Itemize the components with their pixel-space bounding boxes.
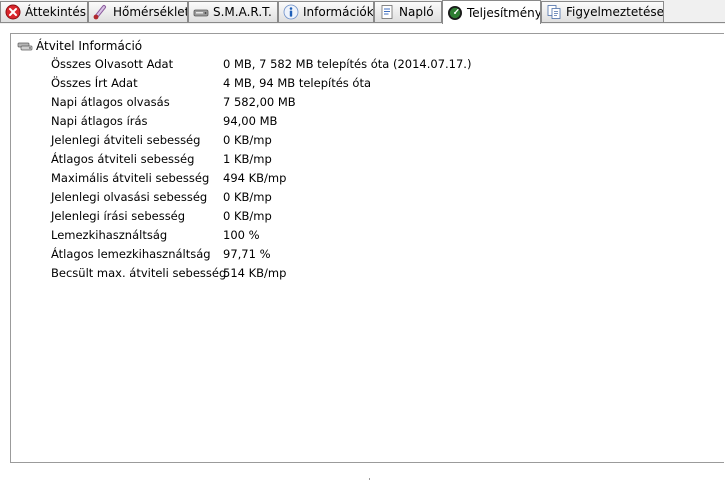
- transfer-info-header[interactable]: Átvitel Információ: [17, 38, 142, 54]
- tab-overview[interactable]: Áttekintés: [0, 1, 88, 22]
- row-label: Jelenlegi átviteli sebesség: [51, 133, 201, 147]
- transfer-info-list: Összes Olvasott Adat 0 MB, 7 582 MB tele…: [51, 56, 651, 284]
- tab-information[interactable]: Információk: [278, 1, 374, 22]
- info-row-current-write-speed: Jelenlegi írási sebesség 0 KB/mp: [51, 208, 651, 227]
- tab-temperature[interactable]: Hőmérséklet: [88, 1, 188, 22]
- row-label: Napi átlagos olvasás: [51, 95, 170, 109]
- drive-group-icon: [17, 42, 33, 51]
- row-value: 0 MB, 7 582 MB telepítés óta (2014.07.17…: [223, 57, 472, 71]
- tab-temperature-label: Hőmérséklet: [113, 5, 188, 19]
- row-value: 514 KB/mp: [223, 266, 287, 280]
- info-row-current-read-speed: Jelenlegi olvasási sebesség 0 KB/mp: [51, 189, 651, 208]
- row-value: 0 KB/mp: [223, 209, 272, 223]
- row-label: Napi átlagos írás: [51, 114, 148, 128]
- row-value: 4 MB, 94 MB telepítés óta: [223, 76, 372, 90]
- row-value: 494 KB/mp: [223, 171, 287, 185]
- row-label: Maximális átviteli sebesség: [51, 171, 210, 185]
- gauge-icon: [448, 5, 462, 20]
- row-value: 0 KB/mp: [223, 133, 272, 147]
- row-label: Jelenlegi olvasási sebesség: [51, 190, 208, 204]
- info-row-disk-utilization: Lemezkihasználtság 100 %: [51, 227, 651, 246]
- info-row-avg-disk-utilization: Átlagos lemezkihasználtság 97,71 %: [51, 246, 651, 265]
- info-row-total-read: Összes Olvasott Adat 0 MB, 7 582 MB tele…: [51, 56, 651, 75]
- error-icon: [5, 4, 21, 20]
- row-label: Átlagos átviteli sebesség: [51, 152, 195, 166]
- info-row-daily-avg-read: Napi átlagos olvasás 7 582,00 MB: [51, 94, 651, 113]
- row-value: 0 KB/mp: [223, 190, 272, 204]
- tab-performance-label: Teljesítmény: [467, 5, 541, 20]
- performance-panel: Átvitel Információ Összes Olvasott Adat …: [10, 33, 724, 463]
- tab-bar: Áttekintés Hőmérséklet S.M.A.R.T. Inform…: [0, 0, 725, 24]
- log-icon: [381, 5, 393, 19]
- thermometer-icon: [93, 5, 106, 20]
- row-label: Átlagos lemezkihasználtság: [51, 247, 211, 261]
- tab-smart[interactable]: S.M.A.R.T.: [188, 1, 278, 22]
- row-label: Jelenlegi írási sebesség: [51, 209, 186, 223]
- info-row-max-transfer: Maximális átviteli sebesség 494 KB/mp: [51, 170, 651, 189]
- row-label: Becsült max. átviteli sebesség: [51, 266, 227, 280]
- alerts-icon: [547, 5, 561, 19]
- status-dot: [369, 478, 370, 480]
- info-row-total-written: Összes Írt Adat 4 MB, 94 MB telepítés ót…: [51, 75, 651, 94]
- row-value: 1 KB/mp: [223, 152, 272, 166]
- info-row-current-transfer: Jelenlegi átviteli sebesség 0 KB/mp: [51, 132, 651, 151]
- row-value: 7 582,00 MB: [223, 95, 296, 109]
- tab-alerts[interactable]: Figyelmeztetések: [541, 1, 664, 22]
- info-row-daily-avg-write: Napi átlagos írás 94,00 MB: [51, 113, 651, 132]
- tab-smart-label: S.M.A.R.T.: [213, 5, 272, 19]
- info-row-estimated-max-transfer: Becsült max. átviteli sebesség 514 KB/mp: [51, 265, 651, 284]
- tab-performance[interactable]: Teljesítmény: [442, 0, 541, 24]
- row-value: 97,71 %: [223, 247, 271, 261]
- hdd-icon: [193, 9, 209, 17]
- row-label: Lemezkihasználtság: [51, 228, 168, 242]
- tab-overview-label: Áttekintés: [25, 5, 87, 19]
- row-label: Összes Írt Adat: [51, 76, 138, 90]
- row-value: 94,00 MB: [223, 114, 278, 128]
- tab-bar-divider: [0, 22, 725, 23]
- tab-alerts-label: Figyelmeztetések: [566, 5, 664, 19]
- tab-information-label: Információk: [303, 5, 374, 19]
- transfer-info-title: Átvitel Információ: [36, 39, 143, 53]
- row-label: Összes Olvasott Adat: [51, 57, 174, 71]
- tab-log[interactable]: Napló: [374, 1, 442, 22]
- info-icon: [283, 4, 299, 20]
- row-value: 100 %: [223, 228, 260, 242]
- tab-log-label: Napló: [399, 5, 434, 19]
- info-row-avg-transfer: Átlagos átviteli sebesség 1 KB/mp: [51, 151, 651, 170]
